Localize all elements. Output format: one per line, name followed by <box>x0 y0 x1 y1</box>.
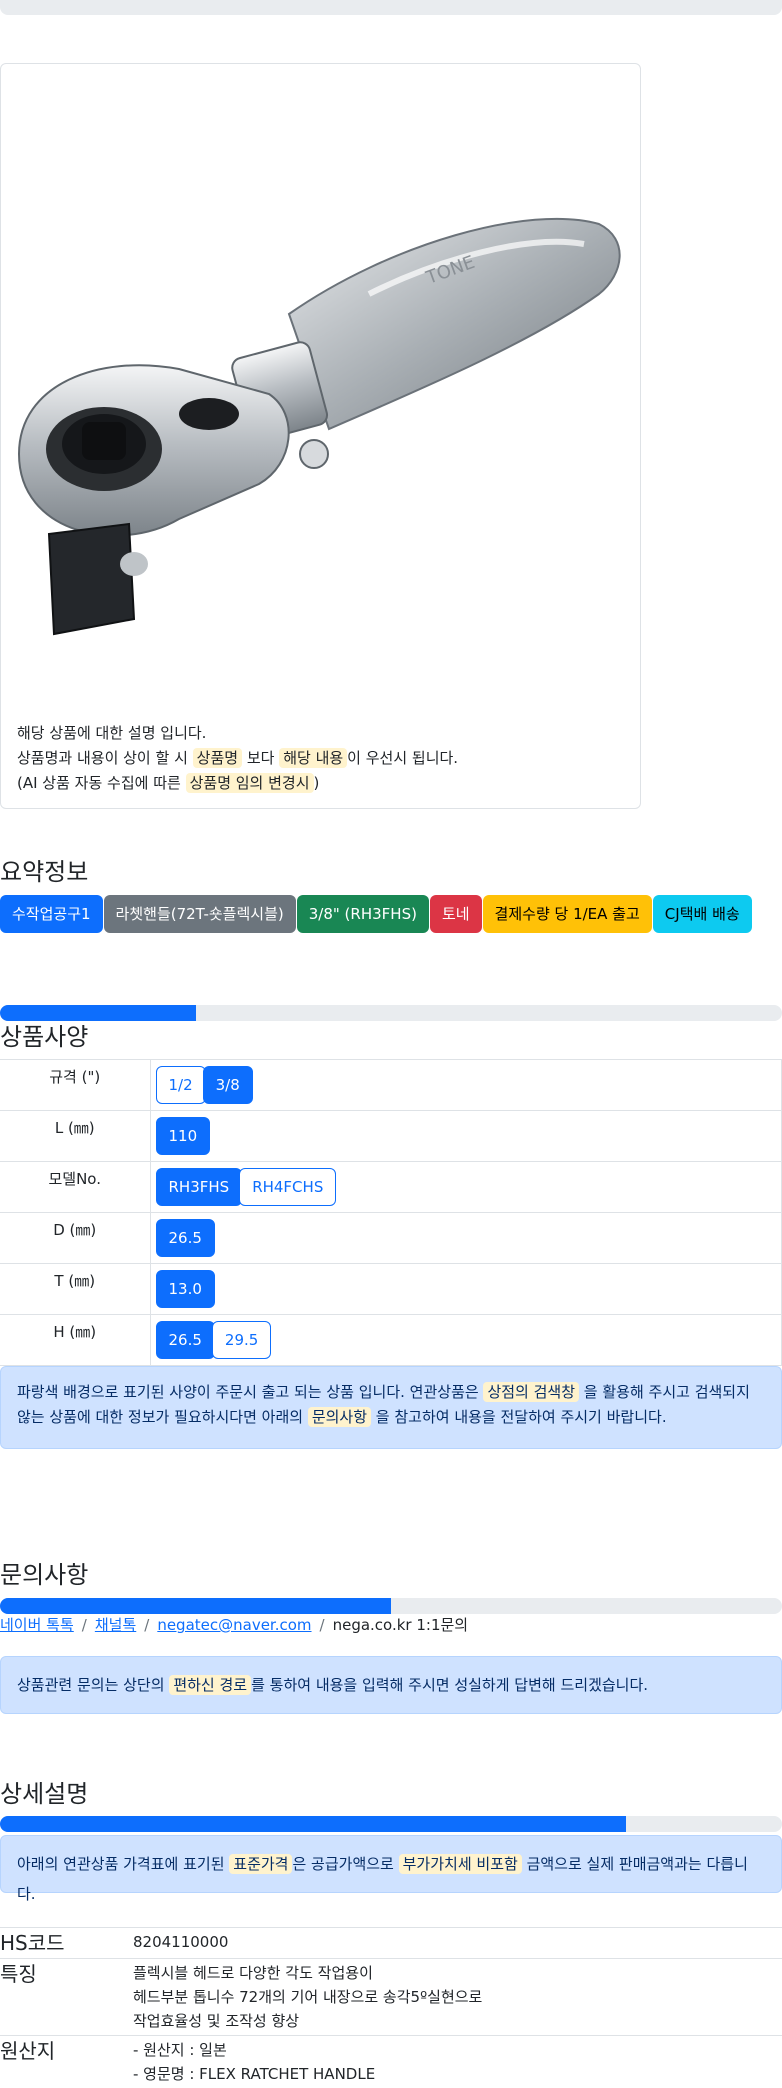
desc-line-3: (AI 상품 자동 수집에 따른 상품명 임의 변경시) <box>17 771 458 796</box>
highlight-product-name: 상품명 <box>193 748 242 768</box>
top-progress-bar <box>0 0 782 15</box>
spec-option-button[interactable]: 13.0 <box>156 1270 215 1308</box>
inquiry-progress-fill <box>0 1598 391 1614</box>
notice-text: 은 공급가액으로 <box>292 1855 398 1873</box>
inquiry-links: 네이버 톡톡 / 채널톡 / negatec@naver.com / nega.co.kr … <box>0 1614 468 1635</box>
summary-badge: 라쳇핸들(72T-숏플렉시블) <box>104 895 296 933</box>
highlight-search: 상점의 검색창 <box>483 1382 579 1402</box>
spec-label: L (㎜) <box>0 1111 150 1162</box>
desc-text: 상품명과 내용이 상이 할 시 <box>17 749 193 767</box>
spec-options: 1/23/8 <box>150 1060 782 1111</box>
detail-title: 상세설명 <box>0 1774 88 1809</box>
info-key: 특징 <box>0 1959 133 2036</box>
notice-text: 을 참고하여 내용을 전달하여 주시기 바랍니다. <box>371 1408 667 1426</box>
spec-options: 110 <box>150 1111 782 1162</box>
notice-text: 를 통하여 내용을 입력해 주시면 성실하게 답변해 드리겠습니다. <box>251 1676 648 1694</box>
separator: / <box>82 1616 87 1634</box>
info-key: HS코드 <box>0 1928 133 1959</box>
info-line: - 영문명 : FLEX RATCHET HANDLE <box>133 2062 782 2086</box>
info-row: 특징플렉시블 헤드로 다양한 각도 작업용이헤드부분 톱니수 72개의 기어 내… <box>0 1959 782 2036</box>
info-line: 헤드부분 톱니수 72개의 기어 내장으로 송각5º실현으로 <box>133 1985 782 2009</box>
spec-table: 규격 (")1/23/8L (㎜)110모델No.RH3FHSRH4FCHSD … <box>0 1059 782 1366</box>
summary-badge: CJ택배 배송 <box>653 895 752 933</box>
spec-option-button[interactable]: 26.5 <box>156 1219 215 1257</box>
spec-label: D (㎜) <box>0 1213 150 1264</box>
summary-badge: 결제수량 당 1/EA 출고 <box>483 895 652 933</box>
inquiry-notice: 상품관련 문의는 상단의 편하신 경로를 통하여 내용을 입력해 주시면 성실하… <box>0 1656 782 1714</box>
detail-progress <box>0 1816 782 1832</box>
info-line: - 원산지 : 일본 <box>133 2038 782 2062</box>
detail-notice: 아래의 연관상품 가격표에 표기된 표준가격은 공급가액으로 부가가치세 비포함… <box>0 1835 782 1893</box>
desc-text: 보다 <box>242 749 279 767</box>
spec-options: RH3FHSRH4FCHS <box>150 1162 782 1213</box>
spec-options: 13.0 <box>150 1264 782 1315</box>
spec-option-button[interactable]: 26.5 <box>156 1321 215 1359</box>
spec-row: T (㎜)13.0 <box>0 1264 782 1315</box>
spec-row: L (㎜)110 <box>0 1111 782 1162</box>
inquiry-progress <box>0 1598 782 1614</box>
spec-option-button[interactable]: 1/2 <box>156 1066 206 1104</box>
spec-notice: 파랑색 배경으로 표기된 사양이 주문시 출고 되는 상품 입니다. 연관상품은… <box>0 1366 782 1449</box>
spec-progress <box>0 1005 782 1021</box>
highlight-name-change: 상품명 임의 변경시 <box>186 773 314 793</box>
separator: / <box>144 1616 149 1634</box>
spec-option-button[interactable]: RH4FCHS <box>239 1168 336 1206</box>
spec-row: 모델No.RH3FHSRH4FCHS <box>0 1162 782 1213</box>
info-key: 원산지 <box>0 2036 133 2088</box>
summary-badge: 토네 <box>430 895 482 933</box>
spec-option-button[interactable]: 29.5 <box>212 1321 271 1359</box>
email-link[interactable]: negatec@naver.com <box>157 1616 311 1634</box>
summary-title: 요약정보 <box>0 852 88 887</box>
spec-title: 상품사양 <box>0 1017 88 1052</box>
spec-row: D (㎜)26.5 <box>0 1213 782 1264</box>
info-line: 플렉시블 헤드로 다양한 각도 작업용이 <box>133 1961 782 1985</box>
inquiry-title: 문의사항 <box>0 1555 88 1590</box>
desc-text: 이 우선시 됩니다. <box>347 749 458 767</box>
desc-line-2: 상품명과 내용이 상이 할 시 상품명 보다 해당 내용이 우선시 됩니다. <box>17 746 458 771</box>
highlight-vat: 부가가치세 비포함 <box>399 1854 522 1874</box>
spec-label: T (㎜) <box>0 1264 150 1315</box>
channel-talk-link[interactable]: 채널톡 <box>95 1616 136 1634</box>
notice-text: 아래의 연관상품 가격표에 표기된 <box>17 1855 229 1873</box>
desc-text: (AI 상품 자동 수집에 따른 <box>17 774 186 792</box>
spec-label: H (㎜) <box>0 1315 150 1366</box>
spec-option-button[interactable]: 110 <box>156 1117 211 1155</box>
highlight-route: 편하신 경로 <box>169 1675 251 1695</box>
detail-progress-fill <box>0 1816 626 1832</box>
info-value: 플렉시블 헤드로 다양한 각도 작업용이헤드부분 톱니수 72개의 기어 내장으… <box>133 1959 782 2036</box>
site-inquiry-text: nega.co.kr 1:1문의 <box>333 1616 469 1634</box>
desc-text: ) <box>314 774 320 792</box>
spec-options: 26.529.5 <box>150 1315 782 1366</box>
spec-option-button[interactable]: RH3FHS <box>156 1168 243 1206</box>
info-line: 작업효율성 및 조작성 향상 <box>133 2009 782 2033</box>
info-row: 원산지- 원산지 : 일본- 영문명 : FLEX RATCHET HANDLE <box>0 2036 782 2088</box>
highlight-content: 해당 내용 <box>279 748 347 768</box>
highlight-inquiry: 문의사항 <box>308 1407 371 1427</box>
summary-badges: 수작업공구1라쳇핸들(72T-숏플렉시블)3/8" (RH3FHS)토네결제수량… <box>0 895 753 933</box>
notice-text: 파랑색 배경으로 표기된 사양이 주문시 출고 되는 상품 입니다. 연관상품은 <box>17 1383 483 1401</box>
info-row: HS코드8204110000 <box>0 1928 782 1959</box>
info-value: 8204110000 <box>133 1928 782 1959</box>
separator: / <box>320 1616 325 1634</box>
info-value: - 원산지 : 일본- 영문명 : FLEX RATCHET HANDLE <box>133 2036 782 2088</box>
spec-options: 26.5 <box>150 1213 782 1264</box>
naver-talk-link[interactable]: 네이버 톡톡 <box>0 1616 74 1634</box>
product-image: TONE <box>9 164 629 684</box>
desc-line-1: 해당 상품에 대한 설명 입니다. <box>17 721 458 746</box>
spec-label: 규격 (") <box>0 1060 150 1111</box>
highlight-standard-price: 표준가격 <box>229 1854 292 1874</box>
product-description: 해당 상품에 대한 설명 입니다. 상품명과 내용이 상이 할 시 상품명 보다… <box>17 721 458 796</box>
spec-row: 규격 (")1/23/8 <box>0 1060 782 1111</box>
summary-badge: 3/8" (RH3FHS) <box>297 895 429 933</box>
spec-row: H (㎜)26.529.5 <box>0 1315 782 1366</box>
summary-badge: 수작업공구1 <box>0 895 103 933</box>
spec-option-button[interactable]: 3/8 <box>203 1066 253 1104</box>
info-line: 8204110000 <box>133 1930 782 1954</box>
notice-text: 상품관련 문의는 상단의 <box>17 1676 169 1694</box>
spec-label: 모델No. <box>0 1162 150 1213</box>
detail-info-table: HS코드8204110000특징플렉시블 헤드로 다양한 각도 작업용이헤드부분… <box>0 1927 782 2088</box>
product-card: TONE 해당 상품에 대한 설명 입니다. 상품명과 내용이 상이 할 시 상… <box>0 63 641 809</box>
